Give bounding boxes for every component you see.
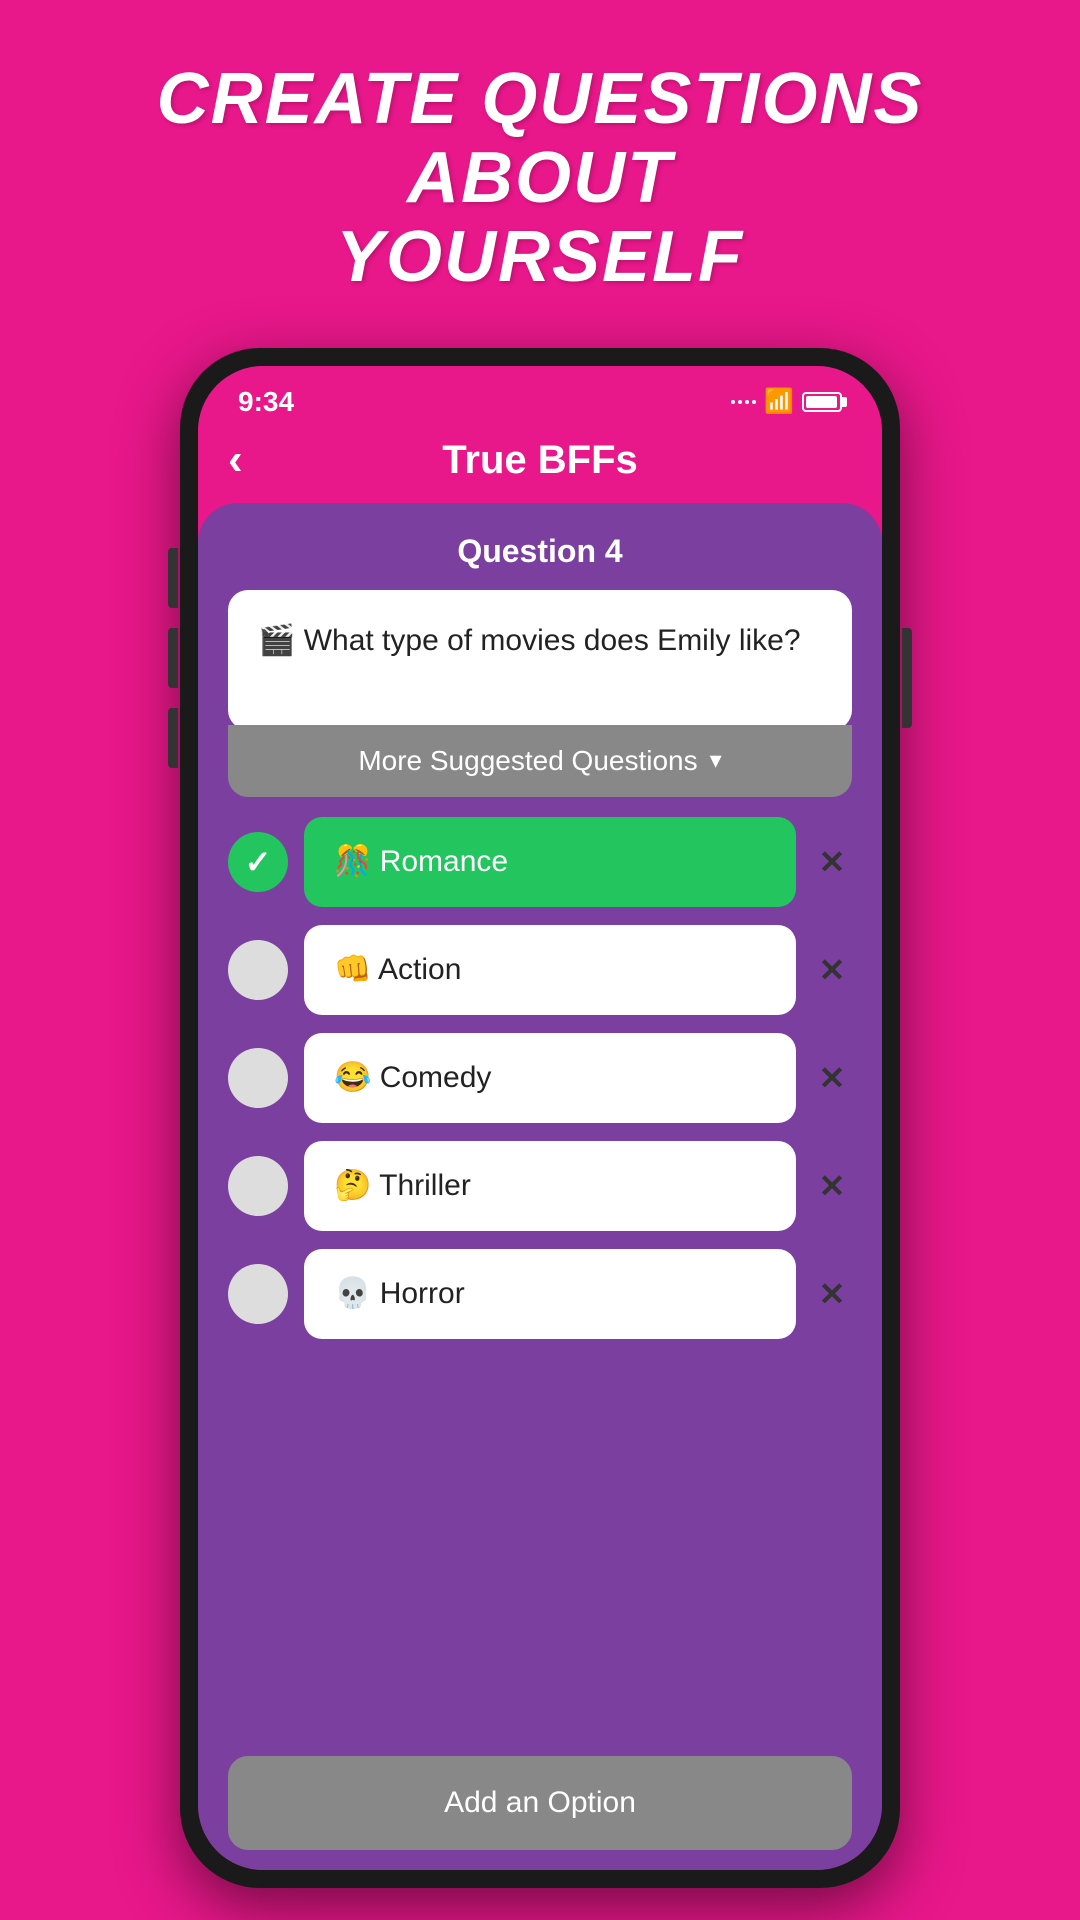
option-delete-action[interactable]: ✕ — [812, 951, 852, 989]
checkmark-icon: ✓ — [245, 843, 272, 881]
option-radio-romance[interactable]: ✓ — [228, 832, 288, 892]
option-delete-comedy[interactable]: ✕ — [812, 1059, 852, 1097]
nav-title: True BFFs — [442, 438, 638, 483]
option-text-horror: 💀 Horror — [334, 1276, 465, 1311]
option-row-thriller: 🤔 Thriller ✕ — [228, 1141, 852, 1231]
option-text-thriller: 🤔 Thriller — [334, 1168, 471, 1203]
side-button-power — [902, 628, 912, 728]
suggested-questions-button[interactable]: More Suggested Questions ▾ — [228, 725, 852, 797]
nav-bar: ‹ True BFFs — [198, 428, 882, 503]
side-button-vol-down — [168, 708, 178, 768]
option-row-romance: ✓ 🎊 Romance ✕ — [228, 817, 852, 907]
question-label: Question 4 — [228, 533, 852, 570]
option-row-action: 👊 Action ✕ — [228, 925, 852, 1015]
main-content: Question 4 🎬 What type of movies does Em… — [198, 503, 882, 1870]
option-card-romance[interactable]: 🎊 Romance — [304, 817, 796, 907]
battery-icon — [802, 392, 842, 412]
suggested-questions-label: More Suggested Questions — [358, 745, 697, 777]
option-card-thriller[interactable]: 🤔 Thriller — [304, 1141, 796, 1231]
side-button-silent — [168, 548, 178, 608]
wifi-icon: 📶 — [764, 387, 794, 416]
signal-icon — [731, 400, 756, 404]
option-text-comedy: 😂 Comedy — [334, 1060, 491, 1095]
option-radio-action[interactable] — [228, 940, 288, 1000]
option-radio-comedy[interactable] — [228, 1048, 288, 1108]
status-bar: 9:34 📶 — [198, 366, 882, 428]
option-delete-thriller[interactable]: ✕ — [812, 1167, 852, 1205]
option-card-horror[interactable]: 💀 Horror — [304, 1249, 796, 1339]
page-title: CREATE QUESTIONS ABOUT YOURSELF — [90, 60, 990, 298]
add-option-button[interactable]: Add an Option — [228, 1756, 852, 1850]
option-card-action[interactable]: 👊 Action — [304, 925, 796, 1015]
question-box[interactable]: 🎬 What type of movies does Emily like? — [228, 590, 852, 730]
option-text-romance: 🎊 Romance — [334, 844, 508, 879]
option-radio-thriller[interactable] — [228, 1156, 288, 1216]
option-delete-horror[interactable]: ✕ — [812, 1275, 852, 1313]
option-text-action: 👊 Action — [334, 952, 461, 987]
status-icons: 📶 — [731, 387, 842, 416]
option-row-horror: 💀 Horror ✕ — [228, 1249, 852, 1339]
side-button-vol-up — [168, 628, 178, 688]
option-card-comedy[interactable]: 😂 Comedy — [304, 1033, 796, 1123]
option-delete-romance[interactable]: ✕ — [812, 843, 852, 881]
phone-frame: 9:34 📶 ‹ True BFFs Question 4 — [180, 348, 900, 1888]
option-row-comedy: 😂 Comedy ✕ — [228, 1033, 852, 1123]
options-area: ✓ 🎊 Romance ✕ 👊 Action ✕ — [228, 817, 852, 1746]
status-time: 9:34 — [238, 386, 294, 418]
option-radio-horror[interactable] — [228, 1264, 288, 1324]
back-button[interactable]: ‹ — [228, 438, 243, 482]
chevron-down-icon: ▾ — [710, 746, 722, 775]
phone-screen: 9:34 📶 ‹ True BFFs Question 4 — [198, 366, 882, 1870]
